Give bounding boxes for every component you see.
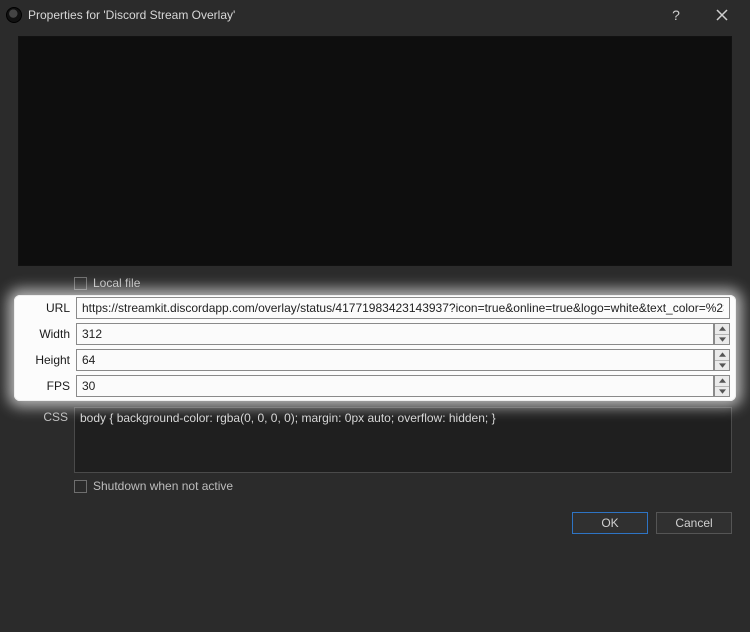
local-file-label: Local file xyxy=(93,276,140,290)
spin-up-icon[interactable] xyxy=(715,350,729,360)
fps-spinner[interactable] xyxy=(714,375,730,397)
url-label: URL xyxy=(20,297,76,319)
help-button[interactable]: ? xyxy=(656,0,696,30)
width-input[interactable] xyxy=(76,323,714,345)
checkbox-box-icon xyxy=(74,480,87,493)
height-label: Height xyxy=(20,349,76,371)
window-title: Properties for 'Discord Stream Overlay' xyxy=(28,8,235,22)
spin-down-icon[interactable] xyxy=(715,334,729,345)
css-label: CSS xyxy=(18,407,74,473)
shutdown-label: Shutdown when not active xyxy=(93,479,233,493)
spin-down-icon[interactable] xyxy=(715,360,729,371)
shutdown-checkbox[interactable]: Shutdown when not active xyxy=(74,479,233,493)
spin-up-icon[interactable] xyxy=(715,324,729,334)
local-file-checkbox[interactable]: Local file xyxy=(74,276,140,290)
fps-label: FPS xyxy=(20,375,76,397)
url-input[interactable] xyxy=(76,297,730,319)
width-label: Width xyxy=(20,323,76,345)
preview-pane xyxy=(18,36,732,266)
fps-input[interactable] xyxy=(76,375,714,397)
dialog-button-bar: OK Cancel xyxy=(0,506,750,544)
height-input[interactable] xyxy=(76,349,714,371)
spin-up-icon[interactable] xyxy=(715,376,729,386)
checkbox-box-icon xyxy=(74,277,87,290)
close-button[interactable] xyxy=(702,0,742,30)
title-bar: Properties for 'Discord Stream Overlay' … xyxy=(0,0,750,30)
app-icon xyxy=(6,7,22,23)
close-icon xyxy=(716,9,728,21)
width-spinner[interactable] xyxy=(714,323,730,345)
highlighted-fields-group: URL Width Height xyxy=(14,295,736,401)
height-spinner[interactable] xyxy=(714,349,730,371)
css-input[interactable] xyxy=(74,407,732,473)
cancel-button[interactable]: Cancel xyxy=(656,512,732,534)
spin-down-icon[interactable] xyxy=(715,386,729,397)
ok-button[interactable]: OK xyxy=(572,512,648,534)
